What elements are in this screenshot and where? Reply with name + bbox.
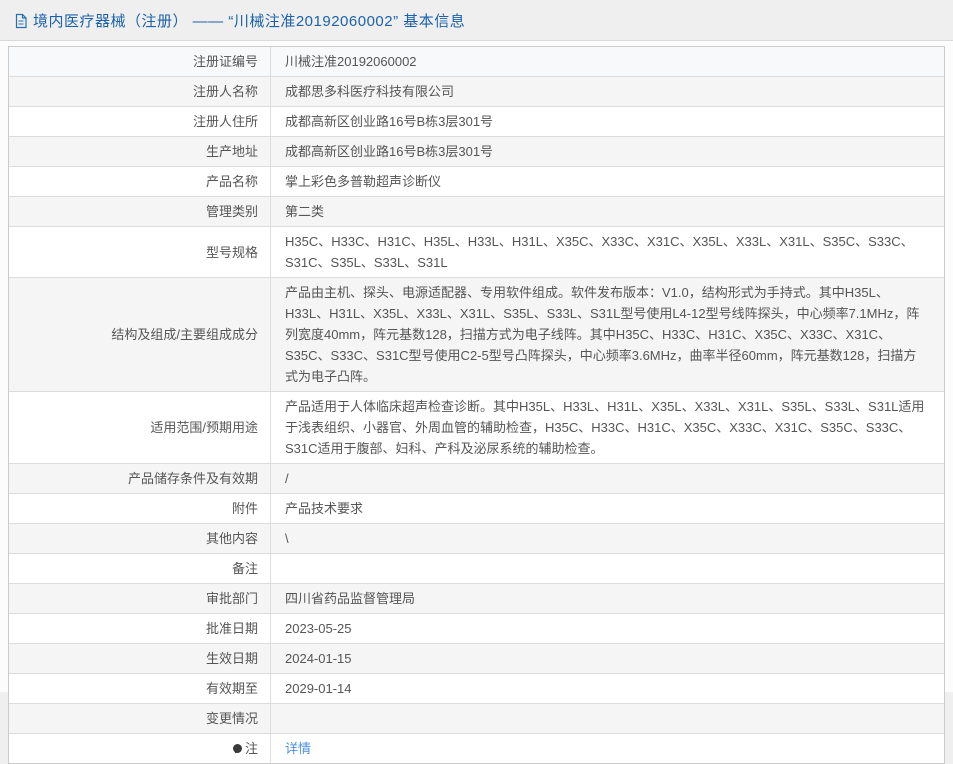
table-row: 产品名称 掌上彩色多普勒超声诊断仪 xyxy=(9,166,944,196)
row-value: / xyxy=(271,464,944,493)
row-label: 其他内容 xyxy=(9,524,271,553)
table-row: 变更情况 xyxy=(9,703,944,733)
table-row: 备注 xyxy=(9,553,944,583)
row-value: 四川省药品监督管理局 xyxy=(271,584,944,613)
row-label: 产品名称 xyxy=(9,167,271,196)
table-row: 审批部门 四川省药品监督管理局 xyxy=(9,583,944,613)
row-label: 备注 xyxy=(9,554,271,583)
row-label: 批准日期 xyxy=(9,614,271,643)
page-title: 境内医疗器械（注册） —— “川械注准20192060002” 基本信息 xyxy=(33,10,465,31)
row-label-text: 附件 xyxy=(232,498,258,519)
row-value-text: 川械注准20192060002 xyxy=(285,51,417,72)
table-row: 注册人住所 成都高新区创业路16号B栋3层301号 xyxy=(9,106,944,136)
table-row: 批准日期 2023-05-25 xyxy=(9,613,944,643)
row-value-text: 产品适用于人体临床超声检查诊断。其中H35L、H33L、H31L、X35L、X3… xyxy=(285,396,928,459)
row-label: 注册人名称 xyxy=(9,77,271,106)
row-value-text: 四川省药品监督管理局 xyxy=(285,588,415,609)
table-row: 注册证编号 川械注准20192060002 xyxy=(9,47,944,76)
row-value: 产品适用于人体临床超声检查诊断。其中H35L、H33L、H31L、X35L、X3… xyxy=(271,392,944,463)
row-value-text: 第二类 xyxy=(285,201,324,222)
row-label-text: 生产地址 xyxy=(206,141,258,162)
row-label-text: 注册人住所 xyxy=(193,111,258,132)
row-value-text: 产品技术要求 xyxy=(285,498,363,519)
row-label: 附件 xyxy=(9,494,271,523)
page-header: 境内医疗器械（注册） —— “川械注准20192060002” 基本信息 xyxy=(0,0,953,41)
row-value: 成都高新区创业路16号B栋3层301号 xyxy=(271,137,944,166)
row-label-text: 注册人名称 xyxy=(193,81,258,102)
row-value: H35C、H33C、H31C、H35L、H33L、H31L、X35C、X33C、… xyxy=(271,227,944,277)
row-label-text: 注册证编号 xyxy=(193,51,258,72)
row-value xyxy=(271,704,944,733)
row-label-text: 备注 xyxy=(232,558,258,579)
table-row: 管理类别 第二类 xyxy=(9,196,944,226)
row-value-text: H35C、H33C、H31C、H35L、H33L、H31L、X35C、X33C、… xyxy=(285,231,928,273)
row-label: 型号规格 xyxy=(9,227,271,277)
table-row: 附件 产品技术要求 xyxy=(9,493,944,523)
row-label-text: 变更情况 xyxy=(206,708,258,729)
row-value: 2029-01-14 xyxy=(271,674,944,703)
table-row: 产品储存条件及有效期 / xyxy=(9,463,944,493)
row-label: 注 xyxy=(9,734,271,763)
row-value xyxy=(271,554,944,583)
row-value-text: 2029-01-14 xyxy=(285,678,352,699)
table-row: 结构及组成/主要组成成分 产品由主机、探头、电源适配器、专用软件组成。软件发布版本… xyxy=(9,277,944,391)
row-label-text: 批准日期 xyxy=(206,618,258,639)
row-label-text: 有效期至 xyxy=(206,678,258,699)
row-value-text: 掌上彩色多普勒超声诊断仪 xyxy=(285,171,441,192)
row-label: 有效期至 xyxy=(9,674,271,703)
info-table: 注册证编号川械注准20192060002注册人名称成都思多科医疗科技有限公司注册… xyxy=(8,46,945,764)
row-value-text: \ xyxy=(285,528,289,549)
row-value: \ xyxy=(271,524,944,553)
row-label: 审批部门 xyxy=(9,584,271,613)
row-value: 掌上彩色多普勒超声诊断仪 xyxy=(271,167,944,196)
row-label-text: 其他内容 xyxy=(206,528,258,549)
row-label-text: 产品储存条件及有效期 xyxy=(128,468,258,489)
row-value: 产品由主机、探头、电源适配器、专用软件组成。软件发布版本：V1.0，结构形式为手… xyxy=(271,278,944,391)
document-icon xyxy=(14,13,28,29)
row-label: 生效日期 xyxy=(9,644,271,673)
table-row: 注 详情 xyxy=(9,733,944,763)
row-value-text: 成都高新区创业路16号B栋3层301号 xyxy=(285,141,493,162)
row-label: 结构及组成/主要组成成分 xyxy=(9,278,271,391)
row-label: 注册人住所 xyxy=(9,107,271,136)
row-value: 第二类 xyxy=(271,197,944,226)
row-value-text: 成都高新区创业路16号B栋3层301号 xyxy=(285,111,493,132)
row-label: 变更情况 xyxy=(9,704,271,733)
row-value: 成都高新区创业路16号B栋3层301号 xyxy=(271,107,944,136)
table-row: 型号规格 H35C、H33C、H31C、H35L、H33L、H31L、X35C、X… xyxy=(9,226,944,277)
table-row: 生产地址 成都高新区创业路16号B栋3层301号 xyxy=(9,136,944,166)
row-label: 管理类别 xyxy=(9,197,271,226)
row-value: 成都思多科医疗科技有限公司 xyxy=(271,77,944,106)
row-label: 产品储存条件及有效期 xyxy=(9,464,271,493)
row-value-text: / xyxy=(285,468,289,489)
row-label-text: 审批部门 xyxy=(206,588,258,609)
row-label-text: 适用范围/预期用途 xyxy=(150,417,258,438)
row-value: 详情 xyxy=(271,734,944,763)
row-label-text: 生效日期 xyxy=(206,648,258,669)
row-value-text: 产品由主机、探头、电源适配器、专用软件组成。软件发布版本：V1.0，结构形式为手… xyxy=(285,282,928,387)
row-value: 2024-01-15 xyxy=(271,644,944,673)
row-label-text: 产品名称 xyxy=(206,171,258,192)
row-label-text: 管理类别 xyxy=(206,201,258,222)
row-label-text: 结构及组成/主要组成成分 xyxy=(111,324,258,345)
row-value: 2023-05-25 xyxy=(271,614,944,643)
row-value-text: 2023-05-25 xyxy=(285,618,352,639)
table-row: 其他内容 \ xyxy=(9,523,944,553)
row-value-text: 2024-01-15 xyxy=(285,648,352,669)
row-label: 适用范围/预期用途 xyxy=(9,392,271,463)
table-row: 注册人名称 成都思多科医疗科技有限公司 xyxy=(9,76,944,106)
row-label: 注册证编号 xyxy=(9,47,271,76)
row-value: 产品技术要求 xyxy=(271,494,944,523)
row-label: 生产地址 xyxy=(9,137,271,166)
row-value: 川械注准20192060002 xyxy=(271,47,944,76)
table-row: 适用范围/预期用途 产品适用于人体临床超声检查诊断。其中H35L、H33L、H31… xyxy=(9,391,944,463)
row-value-text: 成都思多科医疗科技有限公司 xyxy=(285,81,454,102)
row-label-text: 注 xyxy=(245,738,258,759)
note-pin-icon xyxy=(233,744,242,753)
details-link[interactable]: 详情 xyxy=(285,738,311,759)
table-row: 有效期至 2029-01-14 xyxy=(9,673,944,703)
table-row: 生效日期 2024-01-15 xyxy=(9,643,944,673)
content-panel: 注册证编号川械注准20192060002注册人名称成都思多科医疗科技有限公司注册… xyxy=(0,41,953,692)
row-label-text: 型号规格 xyxy=(206,242,258,263)
